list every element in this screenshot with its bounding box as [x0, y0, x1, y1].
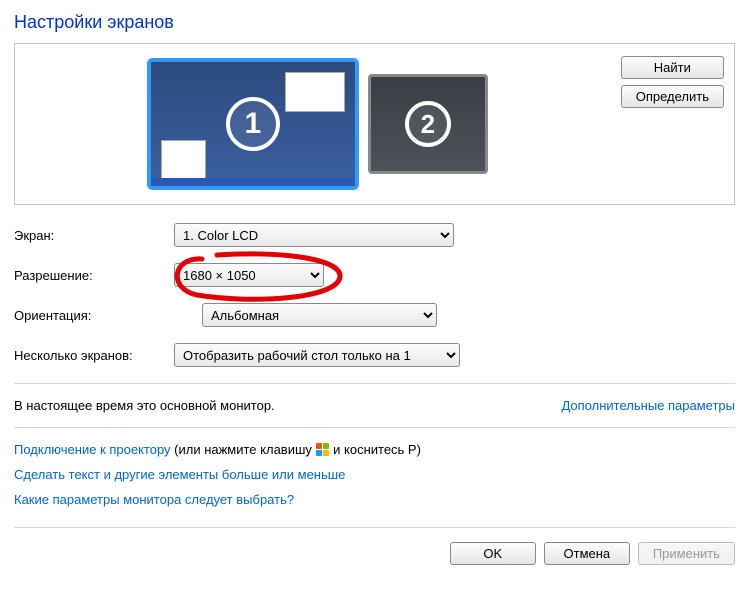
taskbar-icon	[151, 178, 355, 186]
resolution-label: Разрешение:	[14, 268, 174, 283]
screen-label: Экран:	[14, 228, 174, 243]
text-size-link[interactable]: Сделать текст и другие элементы больше и…	[14, 467, 345, 482]
separator	[14, 527, 735, 528]
orientation-select[interactable]: Альбомная	[202, 303, 437, 327]
windows-key-icon	[316, 442, 330, 456]
cancel-button[interactable]: Отмена	[544, 542, 630, 565]
identify-button[interactable]: Определить	[621, 85, 724, 108]
projector-hint-after: и коснитесь P)	[330, 442, 421, 457]
page-title: Настройки экранов	[14, 12, 735, 33]
multi-screens-select[interactable]: Отобразить рабочий стол только на 1	[174, 343, 460, 367]
monitor-canvas: 1 2	[25, 54, 611, 194]
projector-hint-before: (или нажмите клавишу	[171, 442, 316, 457]
multi-screens-label: Несколько экранов:	[14, 348, 174, 363]
find-button[interactable]: Найти	[621, 56, 724, 79]
primary-monitor-status: В настоящее время это основной монитор.	[14, 398, 275, 413]
monitor-number: 1	[226, 97, 280, 151]
separator	[14, 427, 735, 428]
monitor-preview-box: 1 2 Найти Определить	[14, 43, 735, 205]
mini-window-icon	[161, 140, 206, 180]
monitor-1[interactable]: 1	[148, 59, 358, 189]
monitor-2[interactable]: 2	[368, 74, 488, 174]
which-params-link[interactable]: Какие параметры монитора следует выбрать…	[14, 492, 294, 507]
resolution-select[interactable]: 1680 × 1050	[174, 263, 324, 287]
ok-button[interactable]: OK	[450, 542, 536, 565]
apply-button: Применить	[638, 542, 735, 565]
separator	[14, 383, 735, 384]
projector-link[interactable]: Подключение к проектору	[14, 442, 171, 457]
orientation-label: Ориентация:	[14, 308, 174, 323]
mini-window-icon	[285, 72, 345, 112]
monitor-number: 2	[405, 101, 451, 147]
advanced-params-link[interactable]: Дополнительные параметры	[561, 398, 735, 413]
screen-select[interactable]: 1. Color LCD	[174, 223, 454, 247]
